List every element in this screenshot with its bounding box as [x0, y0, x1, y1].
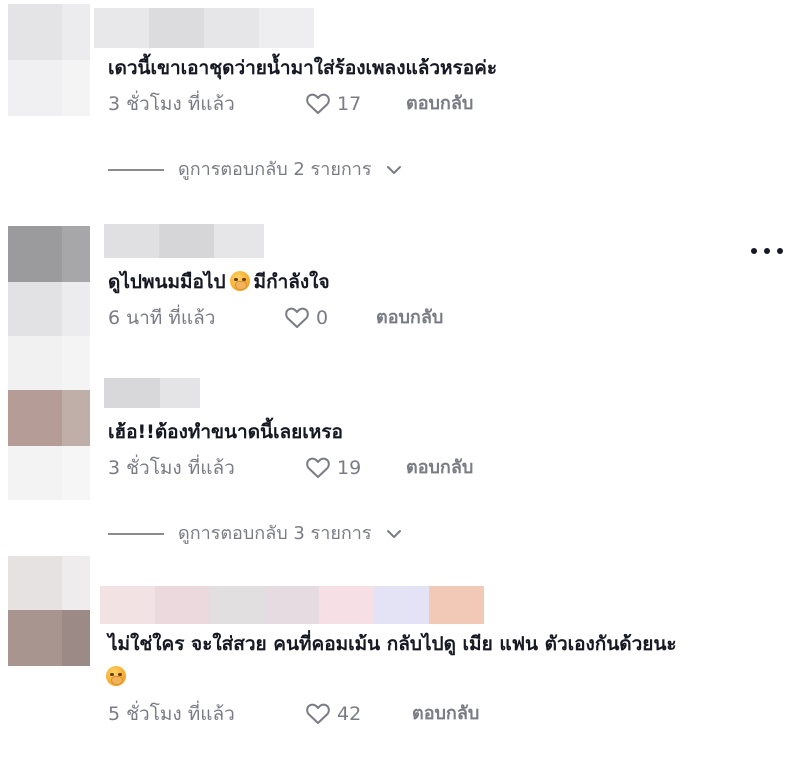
- view-replies-label: ดูการตอบกลับ 2 รายการ: [178, 159, 372, 180]
- like-count: 19: [337, 457, 362, 479]
- reply-button[interactable]: ตอบกลับ: [406, 456, 473, 480]
- divider-line: [108, 533, 164, 535]
- avatar[interactable]: [8, 4, 90, 116]
- view-replies-button[interactable]: ดูการตอบกลับ 3 รายการ: [108, 522, 402, 546]
- comment-text-part: ดูไปพนมมือไป: [108, 271, 226, 293]
- comment-text-part: มีกำลังใจ: [253, 271, 330, 293]
- praying-face-emoji: [106, 666, 126, 687]
- comment-timestamp: 3 ชั่วโมง ที่แล้ว: [108, 93, 235, 115]
- username-blurred[interactable]: [104, 224, 264, 258]
- username-blurred[interactable]: [104, 378, 200, 408]
- chevron-down-icon: [386, 166, 401, 174]
- heart-outline-icon: [285, 307, 309, 328]
- avatar[interactable]: [8, 336, 90, 500]
- comment-4: ไม่ใช่ใคร จะใส่สวย คนที่คอมเม้น กลับไปดู…: [0, 556, 800, 762]
- view-replies-button[interactable]: ดูการตอบกลับ 2 รายการ: [108, 158, 402, 182]
- comment-text: เฮ้อ!!ต้องทำขนาดนี้เลยเหรอ: [108, 421, 343, 443]
- heart-outline-icon: [306, 93, 330, 114]
- username-blurred[interactable]: [100, 586, 484, 624]
- view-replies-label: ดูการตอบกลับ 3 รายการ: [178, 523, 372, 544]
- comment-3: เฮ้อ!!ต้องทำขนาดนี้เลยเหรอ 3 ชั่วโมง ที่…: [0, 336, 800, 556]
- avatar[interactable]: [8, 226, 90, 338]
- avatar[interactable]: [8, 556, 90, 666]
- like-button[interactable]: 17: [305, 92, 361, 116]
- praying-face-emoji: [229, 271, 250, 291]
- more-horizontal-icon: [751, 248, 783, 254]
- more-options-button[interactable]: [750, 236, 784, 260]
- like-count: 42: [337, 703, 362, 725]
- comment-text: เดวนี้เขาเอาชุดว่ายน้ำมาใส่ร้องเพลงแล้วห…: [108, 57, 498, 79]
- like-count: 0: [316, 307, 329, 329]
- like-button[interactable]: 19: [305, 456, 361, 480]
- reply-button[interactable]: ตอบกลับ: [412, 702, 479, 726]
- username-blurred[interactable]: [94, 8, 314, 48]
- divider-line: [108, 169, 164, 171]
- heart-outline-icon: [306, 457, 330, 478]
- reply-button[interactable]: ตอบกลับ: [376, 306, 443, 330]
- like-count: 17: [337, 93, 362, 115]
- comment-text: ดูไปพนมมือไป มีกำลังใจ: [108, 270, 330, 294]
- comment-timestamp: 5 ชั่วโมง ที่แล้ว: [108, 703, 235, 725]
- comment-1: เดวนี้เขาเอาชุดว่ายน้ำมาใส่ร้องเพลงแล้วห…: [0, 0, 800, 200]
- comment-timestamp: 6 นาที ที่แล้ว: [108, 307, 216, 329]
- like-button[interactable]: 42: [305, 702, 361, 726]
- heart-outline-icon: [306, 703, 330, 724]
- like-button[interactable]: 0: [284, 306, 328, 330]
- comment-timestamp: 3 ชั่วโมง ที่แล้ว: [108, 457, 235, 479]
- chevron-down-icon: [386, 530, 401, 538]
- reply-button[interactable]: ตอบกลับ: [406, 92, 473, 116]
- comment-text: ไม่ใช่ใคร จะใส่สวย คนที่คอมเม้น กลับไปดู…: [108, 633, 677, 655]
